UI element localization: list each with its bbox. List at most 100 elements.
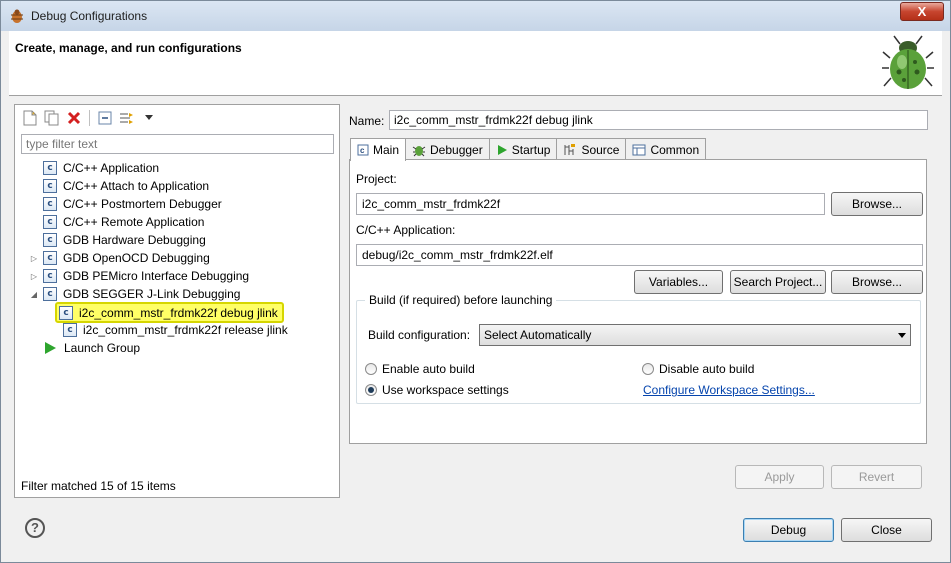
tree-item-gdb-pemicro[interactable]: ▷ c GDB PEMicro Interface Debugging bbox=[29, 267, 249, 285]
delete-x-icon bbox=[67, 111, 81, 125]
collapse-all-icon bbox=[98, 111, 112, 125]
launch-group-icon bbox=[45, 342, 56, 354]
configuration-list-panel: * type filter text c C/C++ Application c… bbox=[14, 104, 340, 498]
tree-item-gdb-hardware[interactable]: c GDB Hardware Debugging bbox=[43, 231, 206, 249]
tree-item-label: GDB Hardware Debugging bbox=[63, 233, 206, 247]
build-group-title: Build (if required) before launching bbox=[365, 293, 557, 307]
tree-item-cpp-attach[interactable]: c C/C++ Attach to Application bbox=[43, 177, 209, 195]
search-project-button[interactable]: Search Project... bbox=[730, 270, 826, 294]
tree-item-cpp-postmortem[interactable]: c C/C++ Postmortem Debugger bbox=[43, 195, 222, 213]
configuration-editor-panel: Name: i2c_comm_mstr_frdmk22f debug jlink… bbox=[345, 104, 941, 498]
tree-item-gdb-openocd[interactable]: ▷ c GDB OpenOCD Debugging bbox=[29, 249, 210, 267]
configuration-name-input[interactable]: i2c_comm_mstr_frdmk22f debug jlink bbox=[389, 110, 928, 130]
tree-item-label: C/C++ Application bbox=[63, 161, 160, 175]
collapse-arrow-icon[interactable]: ◢ bbox=[29, 289, 39, 299]
tab-label: Main bbox=[373, 143, 400, 157]
debug-bug-app-icon bbox=[11, 9, 23, 23]
application-input[interactable]: debug/i2c_comm_mstr_frdmk22f.elf bbox=[356, 244, 923, 266]
header-banner: Create, manage, and run configurations bbox=[9, 31, 942, 96]
radio-button bbox=[642, 363, 654, 375]
duplicate-configuration-button[interactable] bbox=[43, 109, 61, 127]
build-configuration-value: Select Automatically bbox=[484, 328, 592, 342]
tab-debugger[interactable]: Debugger bbox=[405, 138, 490, 160]
tree-item-gdb-segger-jlink[interactable]: ◢ c GDB SEGGER J-Link Debugging bbox=[29, 285, 240, 303]
browse-project-button[interactable]: Browse... bbox=[831, 192, 923, 216]
radio-button-selected bbox=[365, 384, 377, 396]
filter-input[interactable]: type filter text bbox=[21, 134, 334, 154]
build-before-launch-group: Build (if required) before launching Bui… bbox=[356, 293, 921, 404]
tree-item-release-jlink[interactable]: c i2c_comm_mstr_frdmk22f release jlink bbox=[63, 321, 288, 339]
variables-button[interactable]: Variables... bbox=[634, 270, 723, 294]
expand-arrow-icon[interactable]: ▷ bbox=[29, 253, 39, 263]
main-tab-icon: c bbox=[357, 144, 369, 156]
tree-item-debug-jlink-selected[interactable]: c i2c_comm_mstr_frdmk22f debug jlink bbox=[55, 302, 284, 323]
disable-auto-build-radio[interactable]: Disable auto build bbox=[642, 362, 754, 376]
help-icon[interactable]: ? bbox=[25, 518, 45, 538]
tab-label: Debugger bbox=[430, 142, 483, 157]
tree-item-launch-group[interactable]: Launch Group bbox=[43, 339, 140, 357]
radio-button bbox=[365, 363, 377, 375]
build-configuration-select[interactable]: Select Automatically bbox=[479, 324, 911, 346]
config-tabs: c Main Debugger Startup Source Common bbox=[350, 138, 707, 161]
window-title: Debug Configurations bbox=[31, 9, 148, 23]
expand-arrow-icon[interactable]: ▷ bbox=[29, 271, 39, 281]
c-config-icon: c bbox=[43, 179, 57, 193]
collapse-all-button[interactable] bbox=[96, 109, 114, 127]
browse-application-button[interactable]: Browse... bbox=[831, 270, 923, 294]
main-tab-content: Project: i2c_comm_mstr_frdmk22f Browse..… bbox=[349, 159, 927, 444]
tree-item-cpp-remote[interactable]: c C/C++ Remote Application bbox=[43, 213, 204, 231]
new-configuration-button[interactable]: * bbox=[21, 109, 39, 127]
revert-button[interactable]: Revert bbox=[831, 465, 922, 489]
debug-bug-icon bbox=[882, 35, 934, 89]
filter-arrows-icon bbox=[120, 113, 133, 124]
application-label: C/C++ Application: bbox=[356, 223, 456, 237]
tree-item-label: C/C++ Postmortem Debugger bbox=[63, 197, 222, 211]
tab-label: Common bbox=[650, 142, 700, 157]
tree-item-label: GDB OpenOCD Debugging bbox=[63, 251, 210, 265]
tree-item-label: C/C++ Remote Application bbox=[63, 215, 205, 229]
c-config-icon: c bbox=[43, 161, 57, 175]
close-button[interactable]: Close bbox=[841, 518, 932, 542]
tab-main[interactable]: c Main bbox=[350, 138, 407, 161]
build-configuration-label: Build configuration: bbox=[368, 328, 471, 342]
c-config-icon: c bbox=[43, 215, 57, 229]
project-label: Project: bbox=[356, 172, 397, 186]
source-tab-icon bbox=[564, 143, 576, 155]
debugger-tab-icon bbox=[412, 145, 426, 156]
debug-button[interactable]: Debug bbox=[743, 518, 834, 542]
startup-tab-icon bbox=[497, 144, 507, 155]
tab-common[interactable]: Common bbox=[625, 138, 707, 160]
enable-auto-build-radio[interactable]: Enable auto build bbox=[365, 362, 475, 376]
tree-item-label: GDB PEMicro Interface Debugging bbox=[63, 269, 250, 283]
c-config-icon: c bbox=[43, 287, 57, 301]
view-menu-dropdown[interactable] bbox=[140, 109, 158, 127]
tab-label: Startup bbox=[511, 142, 551, 157]
project-input[interactable]: i2c_comm_mstr_frdmk22f bbox=[356, 193, 825, 215]
tab-source[interactable]: Source bbox=[556, 138, 627, 160]
duplicate-icon bbox=[44, 110, 59, 126]
use-workspace-settings-radio[interactable]: Use workspace settings bbox=[365, 383, 509, 397]
radio-label: Disable auto build bbox=[659, 362, 755, 376]
c-config-icon: c bbox=[43, 269, 57, 283]
configure-workspace-settings-link[interactable]: Configure Workspace Settings... bbox=[643, 383, 815, 397]
c-config-icon: c bbox=[59, 305, 73, 320]
window-close-button[interactable]: X bbox=[900, 2, 944, 21]
common-tab-icon bbox=[632, 144, 646, 155]
filter-configurations-button[interactable] bbox=[118, 109, 136, 127]
debug-configurations-window: Debug Configurations X Create, manage, a… bbox=[0, 0, 951, 563]
title-bar[interactable]: Debug Configurations X bbox=[1, 1, 950, 31]
new-document-icon: * bbox=[23, 110, 37, 126]
svg-text:*: * bbox=[32, 112, 35, 119]
tree-item-label: C/C++ Attach to Application bbox=[63, 179, 210, 193]
tab-startup[interactable]: Startup bbox=[488, 138, 558, 160]
tree-item-cpp-application[interactable]: c C/C++ Application bbox=[43, 159, 159, 177]
radio-label: Enable auto build bbox=[382, 362, 475, 376]
c-config-icon: c bbox=[63, 323, 77, 337]
tree-item-label: Launch Group bbox=[64, 341, 141, 355]
delete-configuration-button[interactable] bbox=[65, 109, 83, 127]
tab-label: Source bbox=[581, 142, 620, 157]
banner-title: Create, manage, and run configurations bbox=[15, 41, 242, 55]
radio-label: Use workspace settings bbox=[382, 383, 509, 397]
apply-button[interactable]: Apply bbox=[735, 465, 824, 489]
toolbar-separator bbox=[89, 110, 90, 126]
